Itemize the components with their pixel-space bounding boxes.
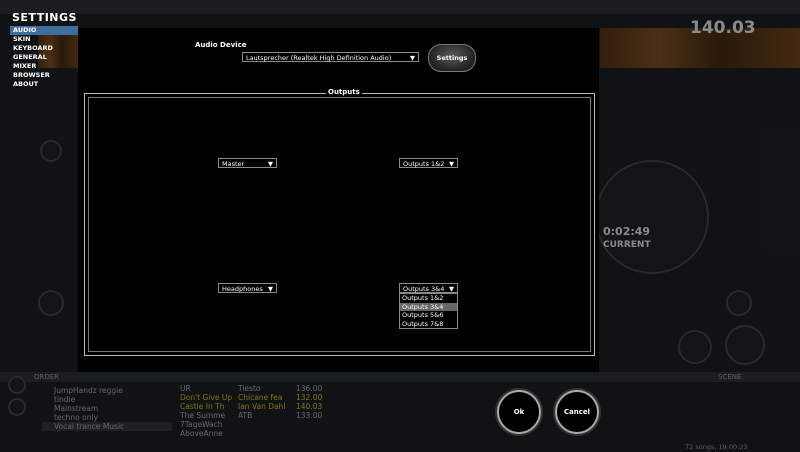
outputs-title: Outputs <box>326 88 362 96</box>
menu-item-about[interactable]: ABOUT <box>10 80 78 89</box>
output-option[interactable]: Outputs 5&6 <box>400 311 457 320</box>
dropdown-arrow-icon: ▼ <box>268 160 273 168</box>
output-option[interactable]: Outputs 7&8 <box>400 320 457 329</box>
menu-item-skin[interactable]: SKIN <box>10 35 78 44</box>
menu-item-mixer[interactable]: MIXER <box>10 62 78 71</box>
audio-device-label: Audio Device <box>195 41 247 49</box>
headphones-output-value: Outputs 3&4 <box>403 285 445 293</box>
master-output-dropdown[interactable]: Outputs 1&2 ▼ <box>399 158 458 168</box>
dropdown-arrow-icon: ▼ <box>449 160 454 168</box>
headphones-channel-dropdown[interactable]: Headphones ▼ <box>218 283 277 293</box>
master-channel-value: Master <box>222 160 245 168</box>
output-option-selected[interactable]: Outputs 3&4 <box>400 302 457 311</box>
audio-device-dropdown[interactable]: Lautsprecher (Realtek High Definition Au… <box>242 52 419 62</box>
master-channel-dropdown[interactable]: Master ▼ <box>218 158 277 168</box>
menu-item-general[interactable]: GENERAL <box>10 53 78 62</box>
output-option[interactable]: Outputs 1&2 <box>400 294 457 303</box>
cancel-button[interactable]: Cancel <box>555 390 599 434</box>
menu-item-keyboard[interactable]: KEYBOARD <box>10 44 78 53</box>
dropdown-arrow-icon: ▼ <box>410 54 415 62</box>
master-output-value: Outputs 1&2 <box>403 160 445 168</box>
settings-menu: AUDIO SKIN KEYBOARD GENERAL MIXER BROWSE… <box>10 26 78 89</box>
menu-item-audio[interactable]: AUDIO <box>10 26 78 35</box>
menu-item-browser[interactable]: BROWSER <box>10 71 78 80</box>
outputs-frame-inner <box>88 97 591 352</box>
audio-device-value: Lautsprecher (Realtek High Definition Au… <box>246 54 392 62</box>
device-settings-button[interactable]: Settings <box>428 44 476 72</box>
headphones-channel-value: Headphones <box>222 285 263 293</box>
ok-button[interactable]: Ok <box>497 390 541 434</box>
dropdown-arrow-icon: ▼ <box>268 285 273 293</box>
settings-title: SETTINGS <box>12 11 77 24</box>
headphones-output-options: Outputs 1&2 Outputs 3&4 Outputs 5&6 Outp… <box>399 293 458 329</box>
headphones-output-dropdown[interactable]: Outputs 3&4 ▼ <box>399 283 458 293</box>
